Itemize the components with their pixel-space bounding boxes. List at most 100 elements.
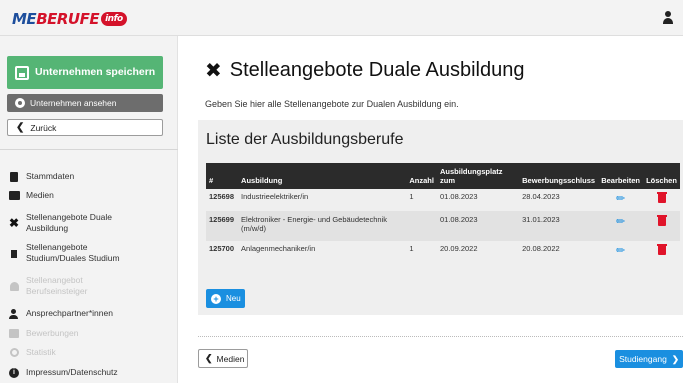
sidebar-item-label: Stellenangebot Berufseinsteiger	[26, 275, 88, 296]
plus-icon: +	[211, 293, 221, 304]
save-company-label: Unternehmen speichern	[35, 66, 156, 78]
sidebar-item-label: Bewerbungen	[26, 328, 79, 338]
header-loeschen: Löschen	[646, 176, 677, 185]
sidebar-item-berufseinsteiger: Stellenangebot Berufseinsteiger	[8, 275, 168, 297]
edit-button[interactable]: ✏	[598, 211, 643, 241]
sidebar-item-label: Impressum/Datenschutz	[26, 367, 118, 377]
pencil-icon: ✏	[616, 216, 626, 228]
back-label: Zurück	[30, 122, 57, 133]
table-row: 125700 Anlagenmechaniker/in 1 20.09.2022…	[206, 241, 680, 265]
row-schluss: 31.01.2023	[522, 215, 560, 224]
trash-icon	[656, 244, 667, 255]
header-ausbildung: Ausbildung	[241, 176, 283, 185]
sidebar-divider	[0, 149, 178, 150]
list-title: Liste der Ausbildungsberufe	[206, 131, 404, 148]
tools-icon: ✖	[205, 58, 222, 82]
row-zum: 20.09.2022	[439, 244, 478, 253]
tools-icon: ✖	[8, 216, 20, 230]
prev-medien-button[interactable]: ❮ Medien	[198, 349, 248, 368]
header-anzahl: Anzahl	[409, 176, 434, 185]
user-icon[interactable]	[662, 11, 674, 25]
row-anzahl: 1	[409, 192, 414, 201]
new-button-label: Neu	[226, 294, 241, 303]
sidebar-item-label: Stellenangebote Studium/Duales Studium	[26, 242, 120, 263]
sidebar-item-label: Medien	[26, 190, 54, 200]
sidebar-item-label: Statistik	[26, 347, 56, 357]
chevron-left-icon: ❮	[205, 353, 213, 363]
save-company-button[interactable]: Unternehmen speichern	[7, 56, 163, 89]
row-zum: 01.08.2023	[439, 215, 478, 224]
row-id: 125700	[209, 244, 235, 253]
table-row: 125699 Elektroniker - Energie- und Gebäu…	[206, 211, 680, 241]
box-icon	[8, 328, 20, 339]
logo-badge: info	[101, 12, 127, 26]
header-ausbildungsplatz: Ausbildungsplatz zum	[439, 167, 503, 185]
sidebar-item-ansprechpartner[interactable]: Ansprechpartner*innen	[8, 308, 168, 319]
sidebar-item-statistik: Statistik	[8, 347, 168, 358]
user-icon	[8, 281, 20, 292]
chevron-right-icon: ❯	[671, 353, 679, 364]
meberufe-logo[interactable]: ME BERUFE info	[12, 10, 127, 28]
row-schluss: 20.08.2022	[522, 244, 560, 253]
row-schluss: 28.04.2023	[522, 192, 560, 201]
row-anzahl	[406, 211, 437, 241]
job-list-panel: Liste der Ausbildungsberufe # Ausbildung…	[198, 120, 683, 315]
sidebar-item-label: Ansprechpartner*innen	[26, 308, 113, 318]
sidebar-item-impressum[interactable]: i Impressum/Datenschutz	[8, 367, 168, 378]
row-anzahl: 1	[409, 244, 414, 253]
table-row: 125698 Industrieelektriker/in 1 01.08.20…	[206, 189, 680, 211]
delete-button[interactable]	[643, 189, 680, 211]
footer-divider	[198, 336, 683, 337]
document-icon	[8, 248, 20, 259]
row-id: 125699	[209, 215, 235, 224]
save-icon	[15, 65, 29, 80]
row-ausbildung: Elektroniker - Energie- und Gebäudetechn…	[241, 215, 387, 233]
page-subtitle: Geben Sie hier alle Stellenangebote zur …	[205, 99, 459, 109]
row-id: 125698	[209, 192, 235, 201]
trash-icon	[656, 192, 667, 203]
chevron-left-icon: ❮	[16, 122, 25, 133]
logo-text-me: ME	[12, 10, 37, 28]
top-bar: ME BERUFE info	[0, 0, 683, 36]
delete-button[interactable]	[643, 241, 680, 265]
row-ausbildung: Industrieelektriker/in	[241, 192, 309, 201]
document-icon	[8, 171, 20, 182]
header-bewerbungsschluss: Bewerbungsschluss	[522, 176, 596, 185]
prev-button-label: Medien	[216, 353, 245, 364]
sidebar-item-stammdaten[interactable]: Stammdaten	[8, 171, 168, 182]
header-bearbeiten: Bearbeiten	[601, 176, 640, 185]
view-company-button[interactable]: Unternehmen ansehen	[7, 94, 163, 112]
pencil-icon: ✏	[616, 245, 626, 257]
row-zum: 01.08.2023	[439, 192, 478, 201]
header-num: #	[209, 176, 214, 185]
delete-button[interactable]	[643, 211, 680, 241]
job-table: # Ausbildung Anzahl Ausbildungsplatz zum …	[206, 163, 680, 265]
next-button-label: Studiengang	[619, 354, 667, 364]
eye-icon	[15, 98, 25, 108]
images-icon	[8, 190, 20, 201]
edit-button[interactable]: ✏	[598, 241, 643, 265]
logo-text-berufe: BERUFE	[36, 10, 100, 28]
back-button[interactable]: ❮ Zurück	[7, 119, 163, 136]
sidebar-item-medien[interactable]: Medien	[8, 190, 168, 201]
sidebar-item-label: Stammdaten	[26, 171, 75, 181]
page-title: ✖ Stelleangebote Duale Ausbildung	[205, 58, 524, 82]
pencil-icon: ✏	[616, 193, 626, 205]
sidebar-item-stellenangebote-studium[interactable]: Stellenangebote Studium/Duales Studium	[8, 242, 168, 264]
table-header-row: # Ausbildung Anzahl Ausbildungsplatz zum …	[206, 163, 680, 189]
main-content: ✖ Stelleangebote Duale Ausbildung Geben …	[178, 36, 683, 383]
user-icon	[8, 308, 20, 319]
sidebar-item-stellenangebote-ausbildung[interactable]: ✖ Stellenangebote Duale Ausbildung	[8, 212, 168, 234]
sidebar-item-bewerbungen: Bewerbungen	[8, 328, 168, 339]
page-title-text: Stelleangebote Duale Ausbildung	[229, 58, 525, 81]
view-company-label: Unternehmen ansehen	[30, 98, 117, 108]
row-ausbildung: Anlagenmechaniker/in	[241, 244, 316, 253]
edit-button[interactable]: ✏	[598, 189, 643, 211]
new-button[interactable]: + Neu	[206, 289, 245, 308]
trash-icon	[656, 215, 667, 226]
sidebar-item-label: Stellenangebote Duale Ausbildung	[26, 212, 113, 233]
sidebar: Unternehmen speichern Unternehmen ansehe…	[0, 36, 178, 383]
info-icon: i	[8, 367, 20, 378]
gear-icon	[8, 347, 20, 358]
next-studiengang-button[interactable]: Studiengang ❯	[615, 350, 683, 368]
